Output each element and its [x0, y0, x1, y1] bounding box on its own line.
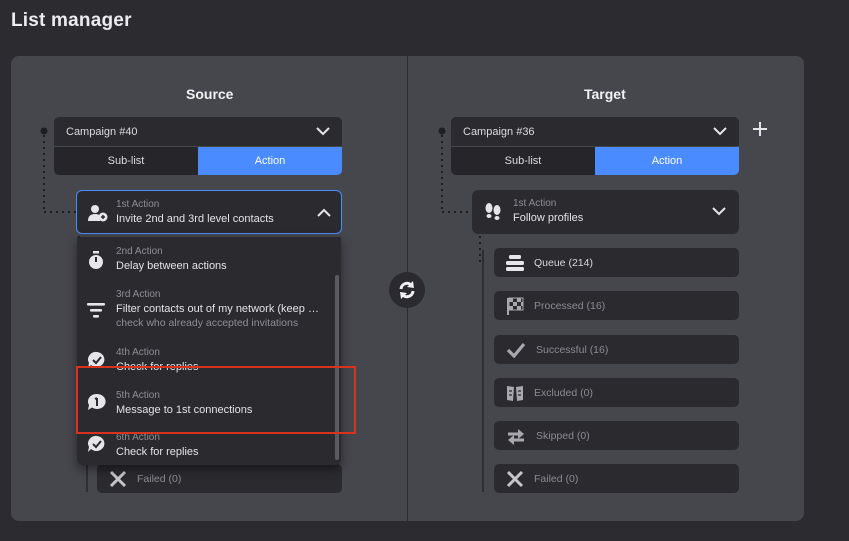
action-description: Follow profiles [513, 212, 584, 224]
excluded-icon [507, 385, 523, 401]
checkmark-icon [506, 342, 526, 358]
status-label: Queue (214) [534, 256, 593, 269]
skip-arrows-icon [508, 428, 524, 445]
status-failed[interactable]: Failed (0) [494, 464, 739, 493]
swap-arrows-icon [399, 281, 415, 299]
footprints-icon [485, 203, 501, 220]
chevron-down-icon [713, 127, 727, 136]
dropdown-item-meta: 4th Action [116, 347, 160, 358]
checkered-flag-icon [507, 297, 524, 315]
queue-icon [506, 254, 524, 271]
status-successful[interactable]: Successful (16) [494, 335, 739, 364]
source-status-failed[interactable]: Failed (0) [97, 464, 342, 493]
target-action-select[interactable]: 1st Action Follow profiles [472, 190, 739, 234]
tab-action[interactable]: Action [595, 147, 739, 175]
status-tree-line [482, 250, 484, 492]
status-label: Failed (0) [137, 472, 182, 485]
tab-action[interactable]: Action [198, 147, 342, 175]
add-button[interactable] [752, 121, 768, 142]
tab-sub-list[interactable]: Sub-list [54, 147, 198, 175]
dropdown-item-desc: Delay between actions [116, 260, 227, 272]
chevron-up-icon [317, 208, 331, 217]
dropdown-item-2nd-action[interactable]: 2nd Action Delay between actions [77, 237, 333, 283]
action-order: 1st Action [513, 198, 557, 209]
status-label: Processed (16) [534, 299, 606, 312]
action-order: 1st Action [116, 199, 160, 210]
status-skipped[interactable]: Skipped (0) [494, 421, 739, 450]
dropdown-item-desc: Check for replies [116, 446, 199, 458]
add-user-icon [88, 205, 108, 222]
status-label: Excluded (0) [534, 386, 593, 399]
target-campaign-select[interactable]: Campaign #36 [451, 117, 739, 146]
status-processed[interactable]: Processed (16) [494, 291, 739, 320]
x-icon [109, 470, 127, 487]
chat-check-icon [88, 435, 105, 452]
dropdown-item-6th-action[interactable]: 6th Action Check for replies [77, 429, 333, 465]
status-label: Successful (16) [536, 343, 609, 356]
source-tabs: Sub-list Action [54, 147, 342, 175]
source-campaign-value: Campaign #40 [66, 125, 138, 138]
action-description: Invite 2nd and 3rd level contacts [116, 213, 274, 225]
dropdown-item-desc: Filter contacts out of my network (keep … [116, 303, 319, 315]
dropdown-item-3rd-action[interactable]: 3rd Action Filter contacts out of my net… [77, 285, 333, 339]
status-excluded[interactable]: Excluded (0) [494, 378, 739, 407]
tab-sub-list[interactable]: Sub-list [451, 147, 595, 175]
source-campaign-select[interactable]: Campaign #40 [54, 117, 342, 146]
swap-button[interactable] [389, 272, 425, 308]
source-title: Source [186, 86, 234, 102]
x-icon [506, 470, 524, 487]
plus-icon [753, 122, 767, 136]
dropdown-item-meta: 2nd Action [116, 246, 163, 257]
target-title: Target [584, 86, 626, 102]
target-campaign-value: Campaign #36 [463, 125, 535, 138]
source-action-select[interactable]: 1st Action Invite 2nd and 3rd level cont… [76, 190, 342, 234]
highlight-box [76, 366, 356, 434]
target-tabs: Sub-list Action [451, 147, 739, 175]
status-label: Skipped (0) [536, 429, 590, 442]
page-title: List manager [11, 10, 132, 31]
dropdown-item-desc-secondary: check who already accepted invitations [116, 317, 299, 329]
filter-icon [87, 303, 105, 318]
status-label: Failed (0) [534, 472, 579, 485]
status-tree-line [86, 462, 88, 492]
status-queue[interactable]: Queue (214) [494, 248, 739, 277]
chevron-down-icon [712, 207, 726, 216]
dropdown-item-meta: 3rd Action [116, 289, 161, 300]
chevron-down-icon [316, 127, 330, 136]
stopwatch-icon [89, 251, 103, 269]
